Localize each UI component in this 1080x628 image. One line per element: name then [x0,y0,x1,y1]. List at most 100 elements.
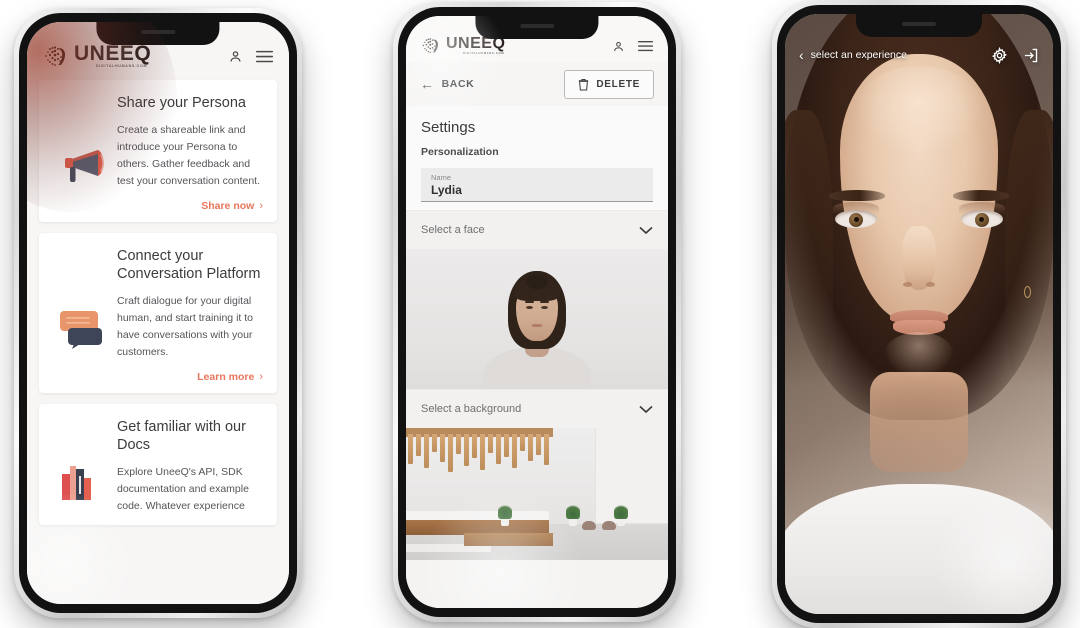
phone-1-bezel: UNEEQ DIGITALHUMANS.COM Share your Perso… [19,13,297,613]
speaker-grille [520,24,554,28]
particle-head-logo-icon [422,38,438,54]
phone-3-experience: ‹ select an experience [772,0,1066,628]
chevron-right-icon: › [259,199,263,212]
avatar-eye-left [526,306,533,309]
logo-word: UNEEQ [74,42,152,66]
lobby-plant [614,503,628,526]
chevron-down-icon[interactable] [639,405,653,414]
phone-1-dashboard: UNEEQ DIGITALHUMANS.COM Share your Perso… [14,8,302,618]
gear-icon[interactable] [991,46,1008,64]
avatar-eyelid-right [959,202,1005,214]
avatar-mouth [531,323,543,327]
avatar-brow-right [953,190,1009,201]
phone-3-bezel: ‹ select an experience [777,5,1061,623]
card-connect-platform[interactable]: Connect your Conversation Platform Craft… [39,232,277,393]
avatar-eye-right [541,306,548,309]
card-title: Share your Persona [117,95,246,111]
avatar-eyelid-left [833,202,879,214]
select-experience-button[interactable]: ‹ select an experience [799,47,907,63]
section-heading: Personalization [421,146,499,158]
phone-2-header-icons [612,40,653,53]
background-preview-thumbnail[interactable] [406,428,668,560]
logo-wordmark: UNEEQ DIGITALHUMANS.COM [446,36,505,56]
phone-1-header-icons [228,49,273,64]
face-preview-thumbnail[interactable] [406,249,668,389]
phone-1-screen: UNEEQ DIGITALHUMANS.COM Share your Perso… [27,22,289,604]
phone-2-bezel: UNEEQ DIGITALHUMANS.COM ← BACK DELETE Se… [398,7,676,617]
settings-panel[interactable]: Settings Personalization Name Lydia Sele… [406,106,668,608]
avatar-pupil-left [854,217,859,222]
hamburger-menu-icon[interactable] [638,40,653,52]
phone-2-action-bar: ← BACK DELETE [406,62,668,106]
speaker-grille [141,30,175,34]
avatar-nostril-left [903,282,912,287]
card-content: Connect your Conversation Platform Craft… [117,247,263,383]
card-get-familiar-docs[interactable]: Get familiar with our Docs Explore UneeQ… [39,403,277,525]
card-share-persona[interactable]: Share your Persona Create a shareable li… [39,80,277,222]
digital-human-video[interactable] [785,14,1053,614]
phone-3-frame: ‹ select an experience [772,0,1066,628]
lobby-chair [602,521,616,530]
lobby-right-wall [594,428,668,524]
uneeq-logo: UNEEQ DIGITALHUMANS.COM [43,43,151,69]
uneeq-logo: UNEEQ DIGITALHUMANS.COM [421,36,505,56]
particle-head-logo-icon [45,46,66,66]
avatar-shoulders [785,484,1053,614]
logo-wordmark: UNEEQ DIGITALHUMANS.COM [74,43,151,69]
trash-icon [579,78,589,91]
digital-human-thumbnail [406,249,668,389]
page-title: Settings [421,119,476,136]
lobby-chair [582,521,596,530]
phone-2-settings: UNEEQ DIGITALHUMANS.COM ← BACK DELETE Se… [393,2,681,622]
dashboard-card-list[interactable]: Share your Persona Create a shareable li… [27,74,289,604]
avatar-nose [902,226,936,290]
speaker-grille [901,22,936,26]
experience-top-bar: ‹ select an experience [785,40,1053,70]
avatar-brow-right [540,300,549,303]
card-title: Connect your Conversation Platform [117,247,261,283]
select-experience-label: select an experience [810,49,907,61]
phone-3-notch [856,14,982,37]
name-input-label: Name [431,173,452,182]
back-label: BACK [441,78,475,90]
name-input[interactable]: Name Lydia [421,168,653,202]
personalization-section: Settings Personalization Name Lydia [406,106,668,210]
chevron-right-icon: › [259,370,263,383]
card-content: Get familiar with our Docs Explore UneeQ… [117,418,263,515]
hamburger-menu-icon[interactable] [256,50,273,63]
chevron-left-icon: ‹ [799,47,804,63]
lobby-plant [498,503,512,526]
select-background-dropdown[interactable]: Select a background [406,389,668,428]
card-description: Craft dialogue for your digital human, a… [117,294,253,358]
exit-icon[interactable] [1022,47,1039,64]
person-icon[interactable] [228,49,243,64]
experience-actions [991,46,1039,64]
card-illustration [53,418,111,515]
avatar-nostril-right [926,282,935,287]
chevron-down-icon[interactable] [639,226,653,235]
link-label: Share now [201,199,255,212]
phone-2-frame: UNEEQ DIGITALHUMANS.COM ← BACK DELETE Se… [393,2,681,622]
phone-3-screen: ‹ select an experience [785,14,1053,614]
card-illustration [53,94,111,212]
avatar-earring [1024,286,1031,298]
share-now-link[interactable]: Share now › [117,200,263,212]
back-button[interactable]: ← BACK [420,76,474,92]
avatar-neck [870,372,968,472]
avatar-hair-right [1005,110,1053,410]
logo-subtitle: DIGITALHUMANS.COM [463,52,505,56]
avatar-hair-left [785,110,833,410]
avatar-bun [526,275,548,289]
person-icon[interactable] [612,40,625,53]
card-illustration [53,247,111,383]
avatar-brow-left [829,190,885,201]
card-title: Get familiar with our Docs [117,418,246,454]
phone-mockup-stage: UNEEQ DIGITALHUMANS.COM Share your Perso… [0,0,1080,628]
speech-bubbles-icon [60,310,102,349]
delete-button[interactable]: DELETE [564,69,654,99]
learn-more-link[interactable]: Learn more › [117,371,263,383]
select-face-label: Select a face [421,224,485,236]
name-input-value: Lydia [431,183,462,197]
avatar-chin-highlight [884,332,954,378]
select-face-dropdown[interactable]: Select a face [406,210,668,249]
